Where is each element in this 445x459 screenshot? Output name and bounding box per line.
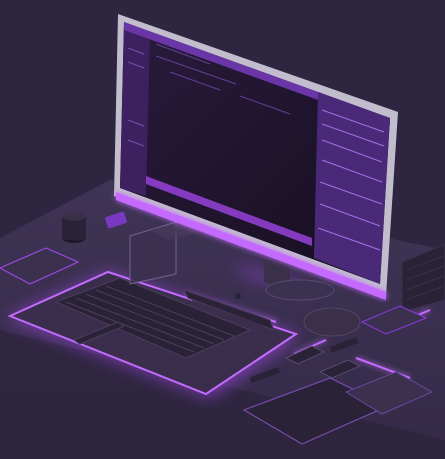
mug: [62, 211, 86, 243]
mouse: [303, 307, 361, 337]
desk-scene: [0, 0, 445, 459]
